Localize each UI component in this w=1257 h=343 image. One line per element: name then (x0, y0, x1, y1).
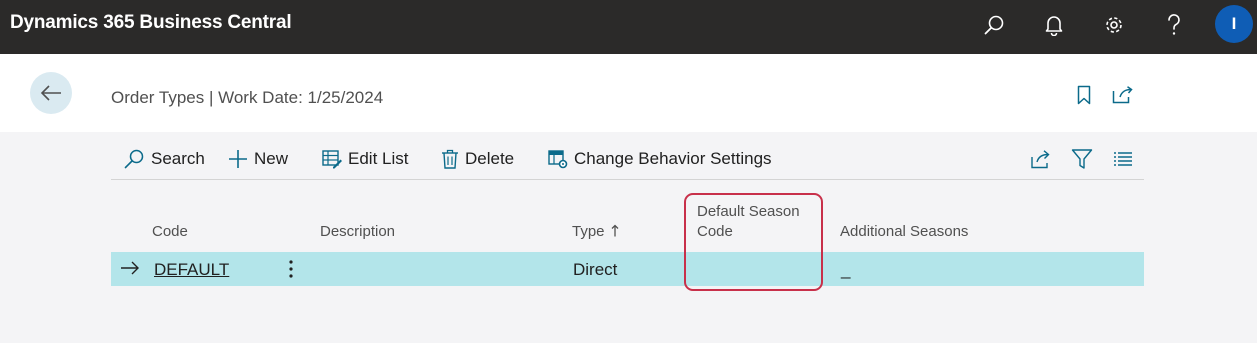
bookmark-icon[interactable] (1073, 84, 1095, 106)
column-header-type-label: Type (572, 223, 605, 240)
back-button[interactable] (30, 72, 72, 114)
column-header-default-season-code[interactable]: Default Season Code (697, 202, 800, 242)
open-in-new-window-icon[interactable] (1112, 84, 1134, 106)
search-button[interactable]: Search (123, 146, 205, 172)
action-toolbar: Search New Edit List Delete Change Behav… (111, 142, 1144, 180)
change-behavior-settings-button[interactable]: Change Behavior Settings (548, 146, 772, 172)
row-selected-arrow-icon (120, 259, 140, 282)
edit-list-button[interactable]: Edit List (322, 146, 408, 172)
page-header: Order Types | Work Date: 1/25/2024 (0, 54, 1257, 132)
delete-button-label: Delete (465, 149, 515, 168)
search-icon[interactable] (981, 12, 1007, 38)
column-header-default-season-line1: Default Season (697, 203, 800, 220)
column-header-code[interactable]: Code (152, 222, 188, 242)
share-icon[interactable] (1028, 146, 1054, 172)
app-bar: Dynamics 365 Business Central I (0, 0, 1257, 54)
column-header-description[interactable]: Description (320, 222, 395, 242)
sort-ascending-icon (611, 224, 619, 237)
new-button[interactable]: New (228, 146, 288, 172)
settings-table-icon (548, 150, 568, 169)
help-icon[interactable] (1161, 12, 1187, 38)
column-header-additional-seasons[interactable]: Additional Seasons (840, 222, 968, 242)
app-title[interactable]: Dynamics 365 Business Central (10, 12, 292, 34)
trash-icon (442, 149, 458, 169)
column-header-type[interactable]: Type (572, 222, 619, 242)
search-button-label: Search (151, 149, 205, 168)
row-code-link[interactable]: DEFAULT (154, 260, 229, 280)
arrow-left-icon (40, 85, 61, 101)
delete-button[interactable]: Delete (441, 146, 514, 172)
column-header-default-season-line2: Code (697, 223, 733, 240)
search-icon (124, 149, 144, 169)
new-button-label: New (254, 149, 289, 168)
edit-list-icon (322, 150, 342, 169)
plus-icon (229, 150, 247, 168)
table-row[interactable]: DEFAULT Direct _ (111, 252, 1144, 286)
change-behavior-settings-label: Change Behavior Settings (574, 149, 772, 168)
list-view-icon[interactable] (1110, 146, 1136, 172)
edit-list-button-label: Edit List (348, 149, 409, 168)
row-actions-ellipsis-icon[interactable] (287, 258, 295, 285)
row-additional-seasons[interactable]: _ (841, 260, 850, 280)
gear-icon[interactable] (1101, 12, 1127, 38)
bell-icon[interactable] (1041, 12, 1067, 38)
user-avatar[interactable]: I (1215, 5, 1253, 43)
row-type[interactable]: Direct (573, 260, 617, 280)
filter-icon[interactable] (1069, 146, 1095, 172)
page-title: Order Types | Work Date: 1/25/2024 (111, 88, 384, 107)
